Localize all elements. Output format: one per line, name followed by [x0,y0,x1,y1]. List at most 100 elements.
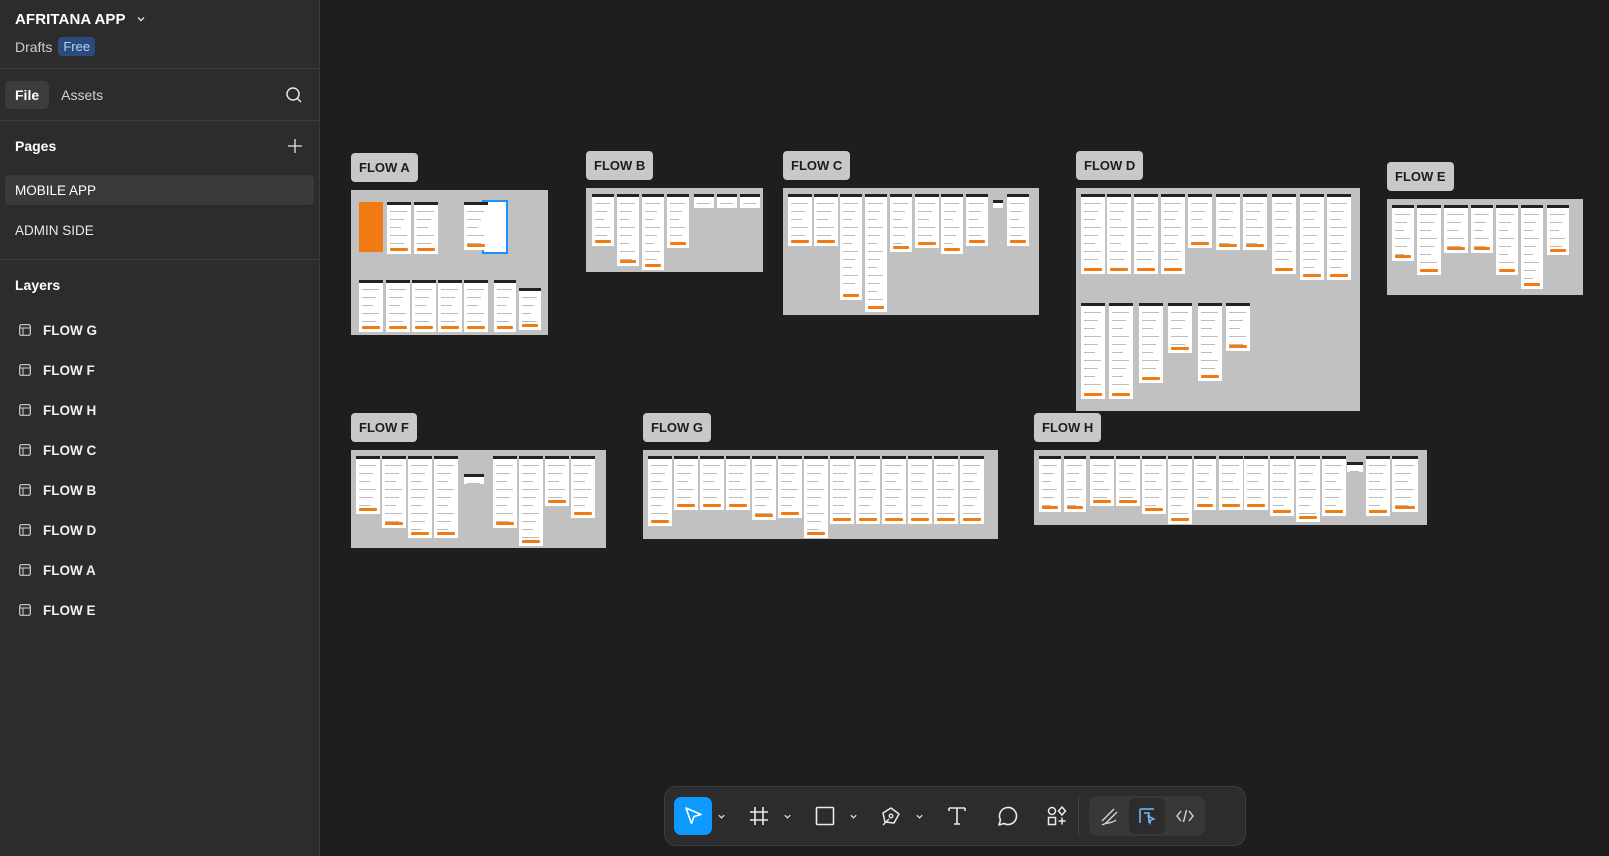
rectangle-tool[interactable] [806,797,844,835]
screen-thumbnail[interactable] [408,456,432,538]
screen-thumbnail[interactable] [941,194,963,254]
screen-thumbnail[interactable] [830,456,854,524]
screen-thumbnail[interactable] [464,202,488,250]
screen-thumbnail[interactable] [1322,456,1346,516]
screen-thumbnail[interactable] [788,194,812,246]
screen-thumbnail[interactable] [1347,462,1363,480]
screen-thumbnail[interactable] [519,288,541,330]
screen-thumbnail[interactable] [1444,205,1468,253]
screen-thumbnail[interactable] [464,474,484,492]
search-icon[interactable] [283,84,305,106]
pen-tool-chevron-icon[interactable] [910,797,928,835]
screen-thumbnail[interactable] [1496,205,1518,275]
layer-item-flow-c[interactable]: FLOW C [0,430,319,470]
screen-thumbnail[interactable] [1139,303,1163,383]
screen-thumbnail[interactable] [726,456,750,510]
screen-thumbnail[interactable] [519,456,543,546]
design-mode-button[interactable] [1129,798,1165,834]
screen-thumbnail[interactable] [545,456,569,506]
screen-thumbnail[interactable] [856,456,880,524]
screen-thumbnail[interactable] [617,194,639,266]
screen-thumbnail[interactable] [1168,303,1192,353]
layer-item-flow-e[interactable]: FLOW E [0,590,319,630]
screen-thumbnail[interactable] [1521,205,1543,289]
screen-thumbnail[interactable] [1216,194,1240,250]
screen-thumbnail[interactable] [960,456,984,524]
flow-e-frame[interactable] [1387,199,1583,295]
screen-thumbnail[interactable] [1116,456,1140,506]
screen-thumbnail[interactable] [1471,205,1493,253]
screen-thumbnail[interactable] [1134,194,1158,274]
flow-h-label[interactable]: FLOW H [1034,413,1102,442]
rectangle-tool-chevron-icon[interactable] [844,797,862,835]
screen-thumbnail[interactable] [1226,303,1250,351]
screen-thumbnail[interactable] [1039,456,1061,512]
layer-item-flow-d[interactable]: FLOW D [0,510,319,550]
screen-thumbnail[interactable] [934,456,958,524]
screen-thumbnail[interactable] [882,456,906,524]
screen-thumbnail[interactable] [915,194,939,248]
layer-item-flow-g[interactable]: FLOW G [0,310,319,350]
screen-thumbnail[interactable] [700,456,724,510]
screen-thumbnail[interactable] [464,280,488,332]
screen-thumbnail[interactable] [494,280,516,332]
screen-thumbnail[interactable] [1142,456,1166,514]
screen-thumbnail[interactable] [571,456,595,518]
screen-thumbnail[interactable] [1064,456,1086,512]
screen-thumbnail[interactable] [1327,194,1351,280]
screen-thumbnail[interactable] [493,456,517,528]
screen-thumbnail[interactable] [414,202,438,254]
layer-item-flow-h[interactable]: FLOW H [0,390,319,430]
flow-e-label[interactable]: FLOW E [1387,162,1454,191]
flow-b-frame[interactable] [586,188,763,272]
design-canvas[interactable]: FLOW A FLOW B FLOW C FLOW D FLOW E FLOW … [321,0,1609,856]
tab-file[interactable]: File [5,80,50,109]
screen-thumbnail[interactable] [1090,456,1114,506]
screen-thumbnail[interactable] [966,194,988,246]
dev-mode-button[interactable] [1167,798,1203,834]
layer-item-flow-f[interactable]: FLOW F [0,350,319,390]
flow-f-label[interactable]: FLOW F [351,413,417,442]
screen-thumbnail[interactable] [865,194,887,312]
flow-h-frame[interactable] [1034,450,1427,525]
flow-a-frame[interactable] [351,190,548,335]
pen-tool[interactable] [872,797,910,835]
layer-item-flow-b[interactable]: FLOW B [0,470,319,510]
screen-thumbnail[interactable] [438,280,462,332]
flow-f-frame[interactable] [351,450,606,548]
flow-c-label[interactable]: FLOW C [783,151,851,180]
screen-thumbnail[interactable] [1161,194,1185,274]
screen-thumbnail[interactable] [1198,303,1222,381]
screen-thumbnail[interactable] [674,456,698,510]
screen-thumbnail[interactable] [1296,456,1320,522]
chevron-down-icon[interactable] [134,12,148,26]
screen-thumbnail[interactable] [1194,456,1216,510]
flow-d-label[interactable]: FLOW D [1076,151,1144,180]
screen-thumbnail[interactable] [1081,194,1105,274]
flow-d-frame[interactable] [1076,188,1360,411]
screen-thumbnail[interactable] [694,194,714,212]
screen-thumbnail[interactable] [412,280,436,332]
layer-item-flow-a[interactable]: FLOW A [0,550,319,590]
screen-thumbnail[interactable] [1168,456,1192,524]
page-item-mobile-app[interactable]: MOBILE APP [5,175,314,205]
move-tool-chevron-icon[interactable] [712,797,730,835]
screen-thumbnail[interactable] [592,194,614,246]
screen-thumbnail[interactable] [356,456,380,514]
screen-thumbnail[interactable] [359,280,383,332]
flow-c-frame[interactable] [783,188,1039,315]
screen-thumbnail[interactable] [1244,456,1268,510]
screen-thumbnail[interactable] [434,456,458,538]
flow-b-label[interactable]: FLOW B [586,151,654,180]
screen-thumbnail[interactable] [1007,194,1029,246]
flow-a-label[interactable]: FLOW A [351,153,418,182]
tab-assets[interactable]: Assets [51,81,113,109]
screen-thumbnail[interactable] [386,280,410,332]
screen-thumbnail[interactable] [993,200,1003,210]
flow-g-label[interactable]: FLOW G [643,413,711,442]
screen-thumbnail[interactable] [1109,303,1133,399]
screen-thumbnail[interactable] [1243,194,1267,250]
screen-thumbnail[interactable] [1107,194,1131,274]
screen-thumbnail[interactable] [814,194,838,246]
screen-thumbnail[interactable] [642,194,664,270]
